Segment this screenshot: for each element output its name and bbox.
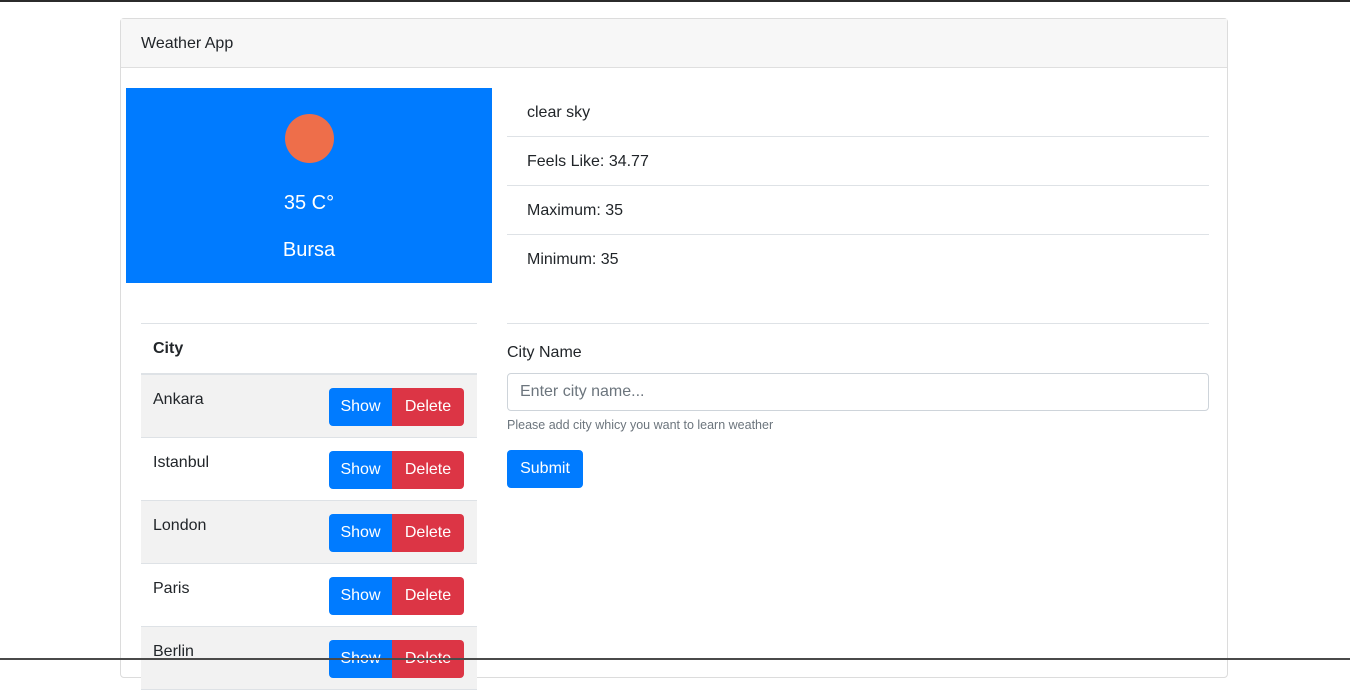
minimum-temp: Minimum: 35: [527, 251, 619, 268]
delete-button[interactable]: Delete: [392, 514, 464, 552]
city-table: City Ankara Show Delete Istanbul Show De…: [141, 323, 477, 690]
temperature: 35 C°: [283, 192, 335, 214]
weather-details-list: clear sky Feels Like: 34.77 Maximum: 35 …: [507, 88, 1209, 283]
sun-icon: [285, 114, 334, 163]
card-header: Weather App: [121, 19, 1227, 68]
row-actions: Show Delete: [329, 577, 464, 615]
current-weather-panel: 35 C° Bursa: [126, 88, 492, 283]
city-cell: Istanbul: [153, 454, 210, 471]
feels-like: Feels Like: 34.77: [507, 137, 1209, 186]
city-name-input[interactable]: [507, 373, 1209, 411]
row-actions: Show Delete: [329, 451, 464, 489]
delete-button[interactable]: Delete: [392, 451, 464, 489]
table-row: Paris Show Delete: [141, 564, 477, 627]
city-cell: Paris: [153, 580, 190, 597]
city-name-label: City Name: [507, 344, 582, 361]
city-cell: Ankara: [153, 391, 204, 408]
maximum-temp: Maximum: 35: [507, 186, 1209, 235]
show-button[interactable]: Show: [329, 577, 392, 615]
delete-button[interactable]: Delete: [392, 577, 464, 615]
app-title: Weather App: [141, 35, 234, 52]
top-border: [0, 0, 1350, 2]
city-help-text: Please add city whicy you want to learn …: [507, 418, 774, 432]
row-actions: Show Delete: [329, 388, 464, 426]
add-city-form: City Name Please add city whicy you want…: [507, 323, 1209, 488]
city-cell: London: [153, 517, 207, 534]
table-header-city: City: [141, 324, 477, 375]
table-row: Ankara Show Delete: [141, 375, 477, 438]
table-row: London Show Delete: [141, 501, 477, 564]
show-button[interactable]: Show: [329, 388, 392, 426]
delete-button[interactable]: Delete: [392, 388, 464, 426]
weather-card: Weather App 35 C° Bursa clear sky Feels …: [120, 18, 1228, 690]
table-row: Istanbul Show Delete: [141, 438, 477, 501]
show-button[interactable]: Show: [329, 514, 392, 552]
weather-description: clear sky: [507, 88, 1209, 137]
row-actions: Show Delete: [329, 514, 464, 552]
current-city: Bursa: [282, 239, 336, 261]
submit-button[interactable]: Submit: [507, 450, 583, 488]
show-button[interactable]: Show: [329, 451, 392, 489]
